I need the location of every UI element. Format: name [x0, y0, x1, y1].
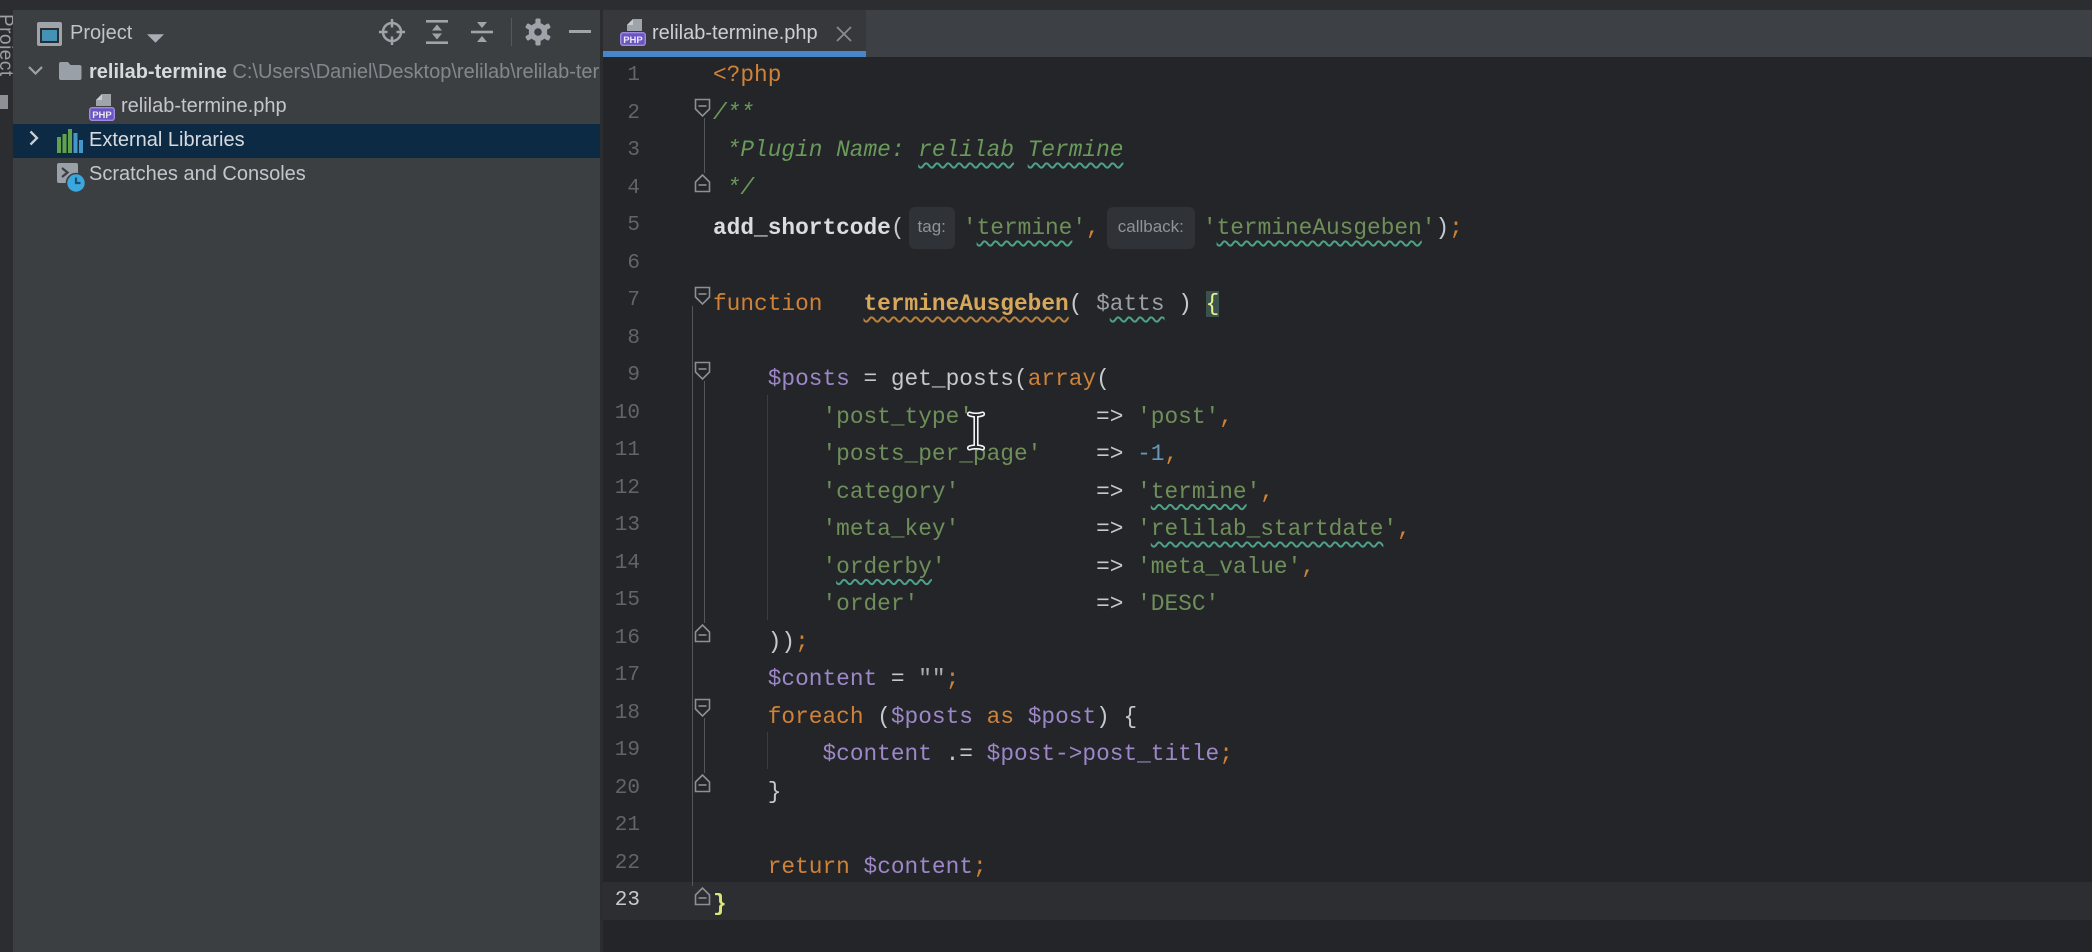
svg-text:PHP: PHP: [623, 35, 643, 46]
svg-text:PHP: PHP: [92, 110, 112, 121]
